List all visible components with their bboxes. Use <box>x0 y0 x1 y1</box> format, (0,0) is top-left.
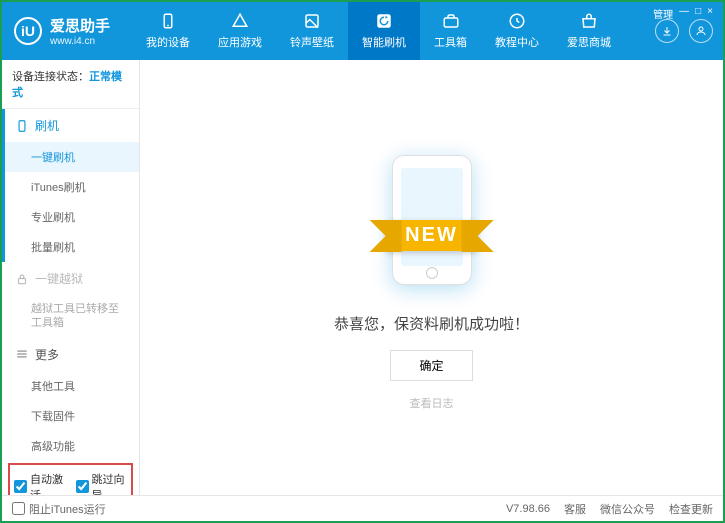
wallpaper-icon <box>303 12 321 30</box>
nav-store[interactable]: 爱思商城 <box>553 2 625 60</box>
lock-icon <box>15 272 29 286</box>
sidebar-item-pro-flash[interactable]: 专业刷机 <box>5 202 139 232</box>
jailbreak-note: 越狱工具已转移至工具箱 <box>5 295 139 338</box>
footer-service[interactable]: 客服 <box>564 501 586 517</box>
nav-tutorials[interactable]: 教程中心 <box>481 2 553 60</box>
user-button[interactable] <box>689 19 713 43</box>
section-more-head[interactable]: 更多 <box>5 338 139 371</box>
phone-icon <box>15 119 29 133</box>
footer-update[interactable]: 检查更新 <box>669 501 713 517</box>
store-icon <box>580 12 598 30</box>
flash-options-highlight: 自动激活 跳过向导 <box>8 463 133 495</box>
book-icon <box>508 12 526 30</box>
download-button[interactable] <box>655 19 679 43</box>
user-icon <box>695 25 707 37</box>
checkbox-auto-activate[interactable]: 自动激活 <box>14 471 66 495</box>
download-icon <box>661 25 673 37</box>
sidebar-item-batch-flash[interactable]: 批量刷机 <box>5 232 139 262</box>
section-jailbreak: 一键越狱 越狱工具已转移至工具箱 <box>2 262 139 338</box>
app-logo-icon: iU <box>14 17 42 45</box>
minimize-button[interactable]: — <box>679 6 689 21</box>
section-jailbreak-head[interactable]: 一键越狱 <box>5 262 139 295</box>
sidebar-item-other-tools[interactable]: 其他工具 <box>5 371 139 401</box>
section-flash: 刷机 一键刷机 iTunes刷机 专业刷机 批量刷机 <box>2 109 139 262</box>
nav-ringtones[interactable]: 铃声壁纸 <box>276 2 348 60</box>
main-content: NEW 恭喜您，保资料刷机成功啦！ 确定 查看日志 <box>140 60 723 495</box>
sidebar-item-download-firmware[interactable]: 下载固件 <box>5 401 139 431</box>
manage-button[interactable]: 管理 <box>653 6 673 21</box>
sidebar-item-advanced[interactable]: 高级功能 <box>5 431 139 461</box>
app-title: 爱思助手 <box>50 15 110 36</box>
toolbox-icon <box>442 12 460 30</box>
version-label: V7.98.66 <box>506 503 550 515</box>
new-ribbon: NEW <box>385 220 478 251</box>
window-controls: 管理 — □ × <box>653 6 713 21</box>
connection-status: 设备连接状态：正常模式 <box>2 60 139 109</box>
refresh-icon <box>375 12 393 30</box>
phone-icon <box>159 12 177 30</box>
confirm-button[interactable]: 确定 <box>390 350 472 381</box>
close-button[interactable]: × <box>707 6 713 21</box>
footer-wechat[interactable]: 微信公众号 <box>600 501 655 517</box>
checkbox-block-itunes[interactable]: 阻止iTunes运行 <box>12 501 106 517</box>
success-message: 恭喜您，保资料刷机成功啦！ <box>334 313 529 334</box>
footer: 阻止iTunes运行 V7.98.66 客服 微信公众号 检查更新 <box>2 495 723 521</box>
section-flash-head[interactable]: 刷机 <box>5 109 139 142</box>
nav-apps-games[interactable]: 应用游戏 <box>204 2 276 60</box>
nav-toolbox[interactable]: 工具箱 <box>420 2 481 60</box>
menu-icon <box>15 347 29 361</box>
main-nav: 我的设备 应用游戏 铃声壁纸 智能刷机 工具箱 教程中心 <box>132 2 645 60</box>
maximize-button[interactable]: □ <box>695 6 701 21</box>
sidebar-item-itunes-flash[interactable]: iTunes刷机 <box>5 172 139 202</box>
checkbox-skip-guide[interactable]: 跳过向导 <box>76 471 128 495</box>
sidebar-item-oneclick-flash[interactable]: 一键刷机 <box>5 142 139 172</box>
success-illustration: NEW <box>342 145 522 295</box>
logo-area: iU 爱思助手 www.i4.cn <box>2 2 132 60</box>
nav-smart-flash[interactable]: 智能刷机 <box>348 2 420 60</box>
app-subtitle: www.i4.cn <box>50 36 110 47</box>
sidebar: 设备连接状态：正常模式 刷机 一键刷机 iTunes刷机 专业刷机 批量刷机 一… <box>2 60 140 495</box>
apps-icon <box>231 12 249 30</box>
nav-my-device[interactable]: 我的设备 <box>132 2 204 60</box>
view-log-link[interactable]: 查看日志 <box>410 395 454 411</box>
section-more: 更多 其他工具 下载固件 高级功能 <box>2 338 139 461</box>
app-header: 管理 — □ × iU 爱思助手 www.i4.cn 我的设备 应用游戏 铃声壁 <box>2 2 723 60</box>
